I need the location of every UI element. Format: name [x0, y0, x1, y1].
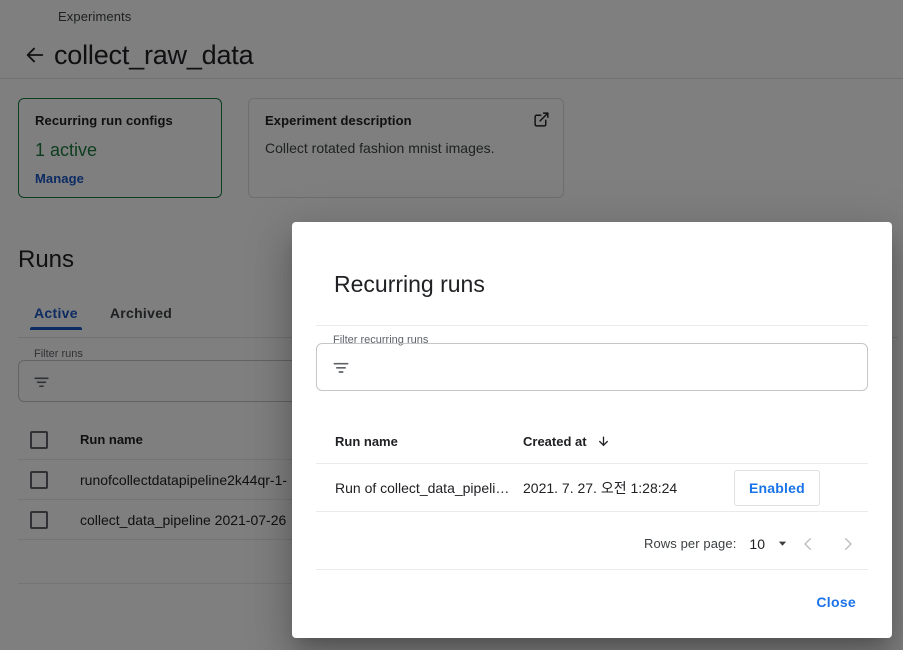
dialog-filter-input[interactable] — [316, 343, 868, 391]
chevron-left-icon[interactable] — [788, 535, 828, 553]
dialog-paginator: Rows per page: 10 — [316, 518, 868, 570]
recurring-runs-table: Run name Created at Run of collect_data_… — [316, 420, 868, 512]
table-row[interactable]: Run of collect_data_pipeli… 2021. 7. 27.… — [316, 464, 868, 512]
recurring-run-name-cell[interactable]: Run of collect_data_pipeli… — [316, 480, 523, 496]
dialog-title: Recurring runs — [334, 271, 485, 297]
status-toggle-button[interactable]: Enabled — [734, 469, 820, 506]
column-created-at-label: Created at — [523, 434, 587, 449]
recurring-runs-dialog: Recurring runs Filter recurring runs Run… — [292, 222, 892, 638]
arrow-down-icon[interactable] — [597, 435, 610, 448]
recurring-runs-table-header: Run name Created at — [316, 420, 868, 464]
rows-per-page-value[interactable]: 10 — [749, 536, 765, 552]
close-button[interactable]: Close — [808, 588, 864, 616]
column-created-at[interactable]: Created at — [523, 434, 734, 449]
rows-per-page-label: Rows per page: — [643, 536, 737, 551]
chevron-down-icon[interactable] — [777, 538, 788, 549]
recurring-run-created-at-cell: 2021. 7. 27. 오전 1:28:24 — [523, 479, 678, 496]
dialog-title-divider — [316, 325, 868, 326]
column-run-name[interactable]: Run name — [316, 434, 523, 449]
app-root: Experiments collect_raw_data Recurring r… — [0, 0, 903, 650]
chevron-right-icon[interactable] — [828, 535, 868, 553]
recurring-run-status-cell: Enabled — [734, 469, 868, 506]
filter-icon — [331, 357, 351, 377]
